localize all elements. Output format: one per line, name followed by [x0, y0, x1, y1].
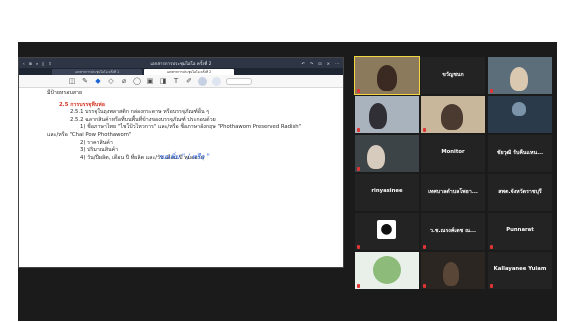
share-icon[interactable]: ⇧	[48, 61, 51, 66]
mic-muted-icon	[423, 128, 426, 132]
participant-tile[interactable]: ว.ช.ณรงค์เดช ณ...	[421, 213, 485, 250]
participant-video	[355, 57, 419, 94]
sidebar-toggle-icon[interactable]: ‹	[23, 61, 25, 66]
participant-name: เทศบาลตำบลโพธา...	[428, 189, 478, 195]
participant-tile[interactable]	[355, 96, 419, 133]
mic-muted-icon	[357, 167, 360, 171]
participant-video	[421, 96, 485, 133]
participant-tile[interactable]: สพต.จังหวัดราชบุรี	[488, 174, 552, 211]
highlighter-icon[interactable]: ◆	[94, 77, 102, 85]
color-swatch-2[interactable]	[212, 76, 221, 86]
participant-name: Monitor	[441, 149, 465, 155]
participant-tile[interactable]	[421, 252, 485, 289]
doc-sub-1: 1) ชื่อภาษาไทย "ไชโป้วไหวการ" และ/หรือ ช…	[80, 124, 302, 131]
participant-name: ชัยวุฒิ รับคืนแหน...	[496, 150, 544, 156]
handwritten-note: ขอเพิ่ม " / หรือ "	[159, 153, 210, 161]
participant-video	[488, 57, 552, 94]
reader-icon[interactable]: ◫	[68, 77, 76, 85]
lasso-icon[interactable]: ⌀	[120, 77, 128, 85]
participant-name: สพต.จังหวัดราชบุรี	[498, 189, 542, 195]
participant-video	[355, 96, 419, 133]
mic-muted-icon	[357, 89, 360, 93]
doc-sub-3: 3) ปริมาณสินค้า	[80, 147, 119, 154]
doc-sub-1-cont: และ/หรือ "Chai Pow Phothawom"	[47, 131, 132, 138]
participant-tile[interactable]: เทศบาลตำบลโพธา...	[421, 174, 485, 211]
bookmark-icon[interactable]: ▯	[42, 61, 44, 66]
participant-video	[488, 96, 552, 133]
eraser-icon[interactable]: ◇	[107, 77, 115, 85]
mic-muted-icon	[357, 284, 360, 288]
doc-line-intro: มีป้ายหรอบสาย	[47, 90, 83, 96]
pen-icon[interactable]: ✎	[81, 77, 89, 85]
participant-tile[interactable]: rinyasinee	[355, 174, 419, 211]
participant-tile[interactable]	[355, 135, 419, 172]
mic-muted-icon	[357, 128, 360, 132]
redo-icon[interactable]: ↷	[310, 61, 313, 66]
marker-icon[interactable]: ✐	[185, 77, 193, 85]
participant-tile[interactable]	[488, 96, 552, 133]
undo-icon[interactable]: ↶	[302, 61, 305, 66]
stroke-width-field[interactable]	[226, 77, 252, 85]
mic-muted-icon	[490, 284, 493, 288]
color-swatch-1[interactable]	[198, 76, 207, 86]
image-icon[interactable]: ▣	[146, 77, 154, 85]
participant-tile[interactable]	[421, 96, 485, 133]
doc-item-2-5-1: 2.5.1 บรรจุในถุงพลาสติก กล่องกระดาษ หรือ…	[70, 109, 210, 116]
participant-video	[355, 135, 419, 172]
participant-tile[interactable]: Punnarat	[488, 213, 552, 250]
shape-icon[interactable]: ◯	[133, 77, 141, 85]
participant-name: Punnarat	[506, 227, 534, 233]
participant-gallery: ขวัญชนก Monitor ชัยวุฒิ รับคืนแหน... rin…	[354, 56, 552, 290]
camera-icon[interactable]: ◨	[159, 77, 167, 85]
participant-name: ขวัญชนก	[442, 72, 464, 78]
doc-sub-2: 2) ราคาสินค้า	[80, 139, 113, 146]
participant-tile[interactable]: Kallayanee Yuiam	[488, 252, 552, 289]
participant-tile[interactable]: ชัยวุฒิ รับคืนแหน...	[488, 135, 552, 172]
tab-document-2[interactable]: เอกสารการประชุมไอโอ ครั้งที่ 2	[144, 69, 234, 75]
title-bar: ‹ ⊞ ⌕ ▯ ⇧ เอกสารการประชุมไอโอ ครั้งที่ 2…	[19, 58, 343, 68]
mic-muted-icon	[490, 245, 493, 249]
annotation-toolbar: ◫ ✎ ◆ ◇ ⌀ ◯ ▣ ◨ T ✐	[19, 75, 343, 88]
document-tabs: เอกสารการประชุมไอโอ ครั้งที่ 1 เอกสารการ…	[19, 68, 343, 75]
apple-logo-icon: ●	[377, 220, 396, 239]
mic-muted-icon	[423, 245, 426, 249]
participant-tile[interactable]	[488, 57, 552, 94]
more-icon[interactable]: ⋯	[335, 61, 339, 66]
tab-document-1[interactable]: เอกสารการประชุมไอโอ ครั้งที่ 1	[52, 69, 142, 75]
participant-tile[interactable]: ●	[355, 213, 419, 250]
participant-name: ว.ช.ณรงค์เดช ณ...	[429, 228, 477, 234]
mic-muted-icon	[357, 245, 360, 249]
text-icon[interactable]: T	[172, 77, 180, 85]
participant-video	[421, 252, 485, 289]
participant-tile[interactable]: ขวัญชนก	[421, 57, 485, 94]
window-title: เอกสารการประชุมไอโอ ครั้งที่ 2	[150, 61, 212, 67]
document-page: มีป้ายหรอบสาย 2.5 การบรรจุหีบห่อ 2.5.1 บ…	[19, 88, 343, 162]
grid-icon[interactable]: ⊞	[29, 61, 32, 66]
participant-name: Kallayanee Yuiam	[493, 266, 547, 272]
close-icon[interactable]: ×	[327, 61, 330, 66]
participant-name: rinyasinee	[371, 188, 403, 194]
shared-screen-window[interactable]: ‹ ⊞ ⌕ ▯ ⇧ เอกสารการประชุมไอโอ ครั้งที่ 2…	[18, 57, 344, 268]
mic-muted-icon	[490, 89, 493, 93]
zoom-meeting-screen: ‹ ⊞ ⌕ ▯ ⇧ เอกสารการประชุมไอโอ ครั้งที่ 2…	[0, 0, 572, 322]
doc-sub-4: 4) วัน/ปีผลิต, เดือน ปี ที่ผลิต และ/วัน …	[80, 154, 204, 161]
search-icon[interactable]: ⌕	[36, 61, 38, 66]
mic-muted-icon	[423, 284, 426, 288]
export-icon[interactable]: ⊡	[318, 61, 321, 66]
participant-tile[interactable]	[355, 252, 419, 289]
participant-video	[355, 252, 419, 289]
participant-tile[interactable]	[354, 56, 420, 95]
participant-tile[interactable]: Monitor	[421, 135, 485, 172]
